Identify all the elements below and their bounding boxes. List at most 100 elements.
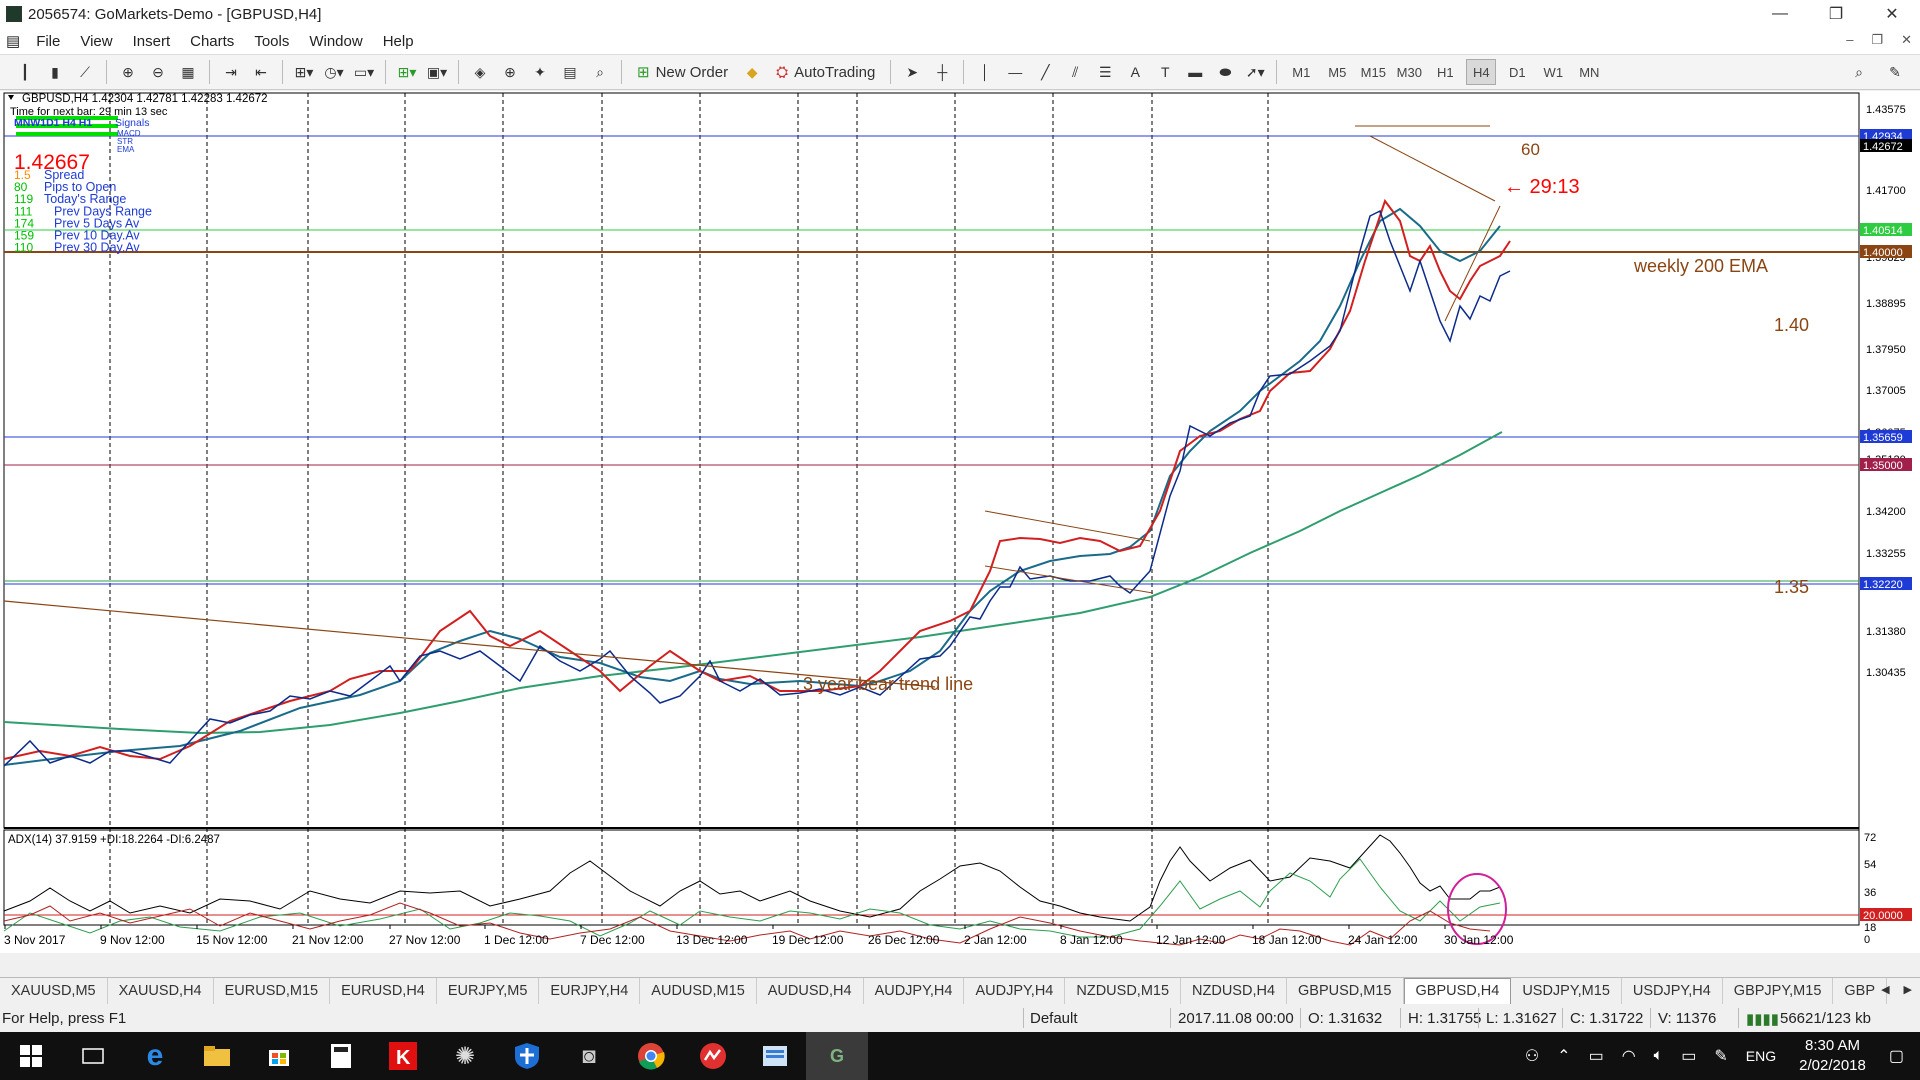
menu-file[interactable]: File [26, 33, 70, 50]
new-order-button[interactable]: ⊞ New Order [631, 59, 734, 85]
vertical-line-icon[interactable]: │ [973, 59, 997, 85]
market-watch-icon[interactable]: ◈ [468, 59, 492, 85]
menu-insert[interactable]: Insert [123, 33, 181, 50]
strategy-tester-icon[interactable]: ⌕ [588, 59, 612, 85]
chart-canvas[interactable]: GBPUSD,H4 1.42304 1.42781 1.42283 1.4267… [0, 91, 1920, 953]
templates-icon[interactable]: ▭▾ [352, 59, 376, 85]
wifi-icon[interactable]: ◠ [1622, 1046, 1636, 1066]
chevron-up-icon[interactable]: ⌃ [1557, 1046, 1570, 1066]
bar-chart-icon[interactable]: ┃ [13, 59, 37, 85]
timeframe-mn[interactable]: MN [1574, 59, 1604, 85]
chart-tab[interactable]: AUDJPY,H4 [964, 977, 1066, 1004]
text-icon[interactable]: A [1123, 59, 1147, 85]
chart-tab[interactable]: EURUSD,H4 [330, 977, 437, 1004]
tab-scroll-left-icon[interactable]: ◀ [1881, 983, 1889, 996]
periods-icon[interactable]: ◷▾ [322, 59, 346, 85]
app-bird-icon[interactable]: ✺ [434, 1032, 496, 1080]
edge-browser-icon[interactable]: e [124, 1032, 186, 1080]
terminal-icon[interactable]: ▤ [558, 59, 582, 85]
timeframe-m1[interactable]: M1 [1286, 59, 1316, 85]
language-indicator[interactable]: ENG [1746, 1048, 1776, 1064]
menu-window[interactable]: Window [299, 33, 372, 50]
menu-icon[interactable]: ▤ [0, 32, 26, 50]
crosshair-data-icon[interactable]: ⊕ [498, 59, 522, 85]
menu-tools[interactable]: Tools [244, 33, 299, 50]
mdi-restore-button[interactable]: ❐ [1871, 32, 1883, 48]
horizontal-line-icon[interactable]: — [1003, 59, 1027, 85]
keyboard-icon[interactable]: ▭ [1589, 1046, 1604, 1066]
ellipse-icon[interactable]: ⬬ [1213, 59, 1237, 85]
windows-start-icon[interactable] [0, 1032, 62, 1080]
search-icon[interactable]: ⌕ [1847, 59, 1871, 85]
store-icon[interactable] [248, 1032, 310, 1080]
chart-tab[interactable]: AUDUSD,H4 [757, 977, 864, 1004]
minimize-button[interactable]: — [1752, 0, 1808, 28]
fibonacci-icon[interactable]: ☰ [1093, 59, 1117, 85]
chart-tab[interactable]: GBPUSD,H4 [1403, 977, 1512, 1004]
kaspersky-icon[interactable]: K [372, 1032, 434, 1080]
chart-tab[interactable]: EURJPY,H4 [539, 977, 641, 1004]
timeframe-w1[interactable]: W1 [1538, 59, 1568, 85]
autoscroll-icon[interactable]: ⇥ [219, 59, 243, 85]
trading-app-icon[interactable] [682, 1032, 744, 1080]
cursor-icon[interactable]: ➤ [900, 59, 924, 85]
chart-tab[interactable]: GBPUSD,M15 [1287, 977, 1404, 1004]
volume-icon[interactable]: 🔈︎ [1654, 1047, 1664, 1065]
task-view-icon[interactable] [62, 1032, 124, 1080]
chart-tab[interactable]: EURJPY,M5 [437, 977, 540, 1004]
spreadsheet-app-icon[interactable] [744, 1032, 806, 1080]
autotrading-button[interactable]: ⛭ AutoTrading [770, 59, 881, 85]
trendline-icon[interactable]: ╱ [1033, 59, 1057, 85]
rectangle-icon[interactable]: ▬ [1183, 59, 1207, 85]
chart-tab[interactable]: NZDUSD,H4 [1181, 977, 1288, 1004]
chart-tab[interactable]: XAUUSD,H4 [108, 977, 214, 1004]
timeframe-m5[interactable]: M5 [1322, 59, 1352, 85]
people-icon[interactable]: ⚇ [1525, 1046, 1539, 1066]
chart-tab[interactable]: USDJPY,M15 [1511, 977, 1622, 1004]
chart-tab[interactable]: AUDJPY,H4 [864, 977, 965, 1004]
chart-shift-icon[interactable]: ⇤ [249, 59, 273, 85]
status-profile[interactable]: Default [1030, 1010, 1078, 1027]
chrome-icon[interactable] [620, 1032, 682, 1080]
camera-app-icon[interactable]: ◙ [558, 1032, 620, 1080]
gomarkets-mt4-icon[interactable]: G [806, 1032, 868, 1080]
notifications-icon[interactable]: ▢ [1889, 1046, 1904, 1066]
new-chart-icon[interactable]: ⊞▾ [395, 59, 419, 85]
restore-button[interactable]: ❐ [1808, 0, 1864, 28]
clock[interactable]: 8:30 AM 2/02/2018 [1799, 1036, 1866, 1076]
crosshair-icon[interactable]: ┼ [930, 59, 954, 85]
pen-icon[interactable]: ✎ [1714, 1046, 1727, 1066]
zoom-out-icon[interactable]: ⊖ [146, 59, 170, 85]
mdi-minimize-button[interactable]: – [1846, 32, 1853, 48]
battery-icon[interactable]: ▭ [1681, 1046, 1696, 1066]
menu-help[interactable]: Help [373, 33, 424, 50]
chart-tab[interactable]: GBPJPY,M15 [1723, 977, 1834, 1004]
file-explorer-icon[interactable] [186, 1032, 248, 1080]
calculator-icon[interactable] [310, 1032, 372, 1080]
timeframe-h1[interactable]: H1 [1430, 59, 1460, 85]
timeframe-m30[interactable]: M30 [1394, 59, 1424, 85]
chart-tab[interactable]: EURUSD,M15 [214, 977, 331, 1004]
indicators-icon[interactable]: ⊞▾ [292, 59, 316, 85]
timeframe-h4[interactable]: H4 [1466, 59, 1497, 85]
chart-tab[interactable]: USDJPY,H4 [1622, 977, 1723, 1004]
metaeditor-icon[interactable]: ◆ [740, 59, 764, 85]
line-chart-icon[interactable]: ⟋ [73, 59, 97, 85]
text-label-icon[interactable]: T [1153, 59, 1177, 85]
arrows-icon[interactable]: ➚▾ [1243, 59, 1267, 85]
chart-window[interactable]: GBPUSD,H4 1.42304 1.42781 1.42283 1.4267… [0, 91, 1920, 953]
chat-icon[interactable]: ✎ [1883, 59, 1907, 85]
candlestick-icon[interactable]: ▮ [43, 59, 67, 85]
chart-tab[interactable]: GBP [1833, 977, 1888, 1004]
menu-view[interactable]: View [70, 33, 122, 50]
channel-icon[interactable]: ⫽ [1063, 59, 1087, 85]
navigator-icon[interactable]: ✦ [528, 59, 552, 85]
timeframe-m15[interactable]: M15 [1358, 59, 1388, 85]
close-button[interactable]: ✕ [1864, 0, 1920, 28]
chart-tab[interactable]: AUDUSD,M15 [640, 977, 757, 1004]
tab-scroll-right-icon[interactable]: ▶ [1904, 983, 1912, 996]
mdi-close-button[interactable]: ✕ [1901, 32, 1912, 48]
chart-tab[interactable]: XAUUSD,M5 [0, 977, 108, 1004]
timeframe-d1[interactable]: D1 [1502, 59, 1532, 85]
menu-charts[interactable]: Charts [180, 33, 244, 50]
